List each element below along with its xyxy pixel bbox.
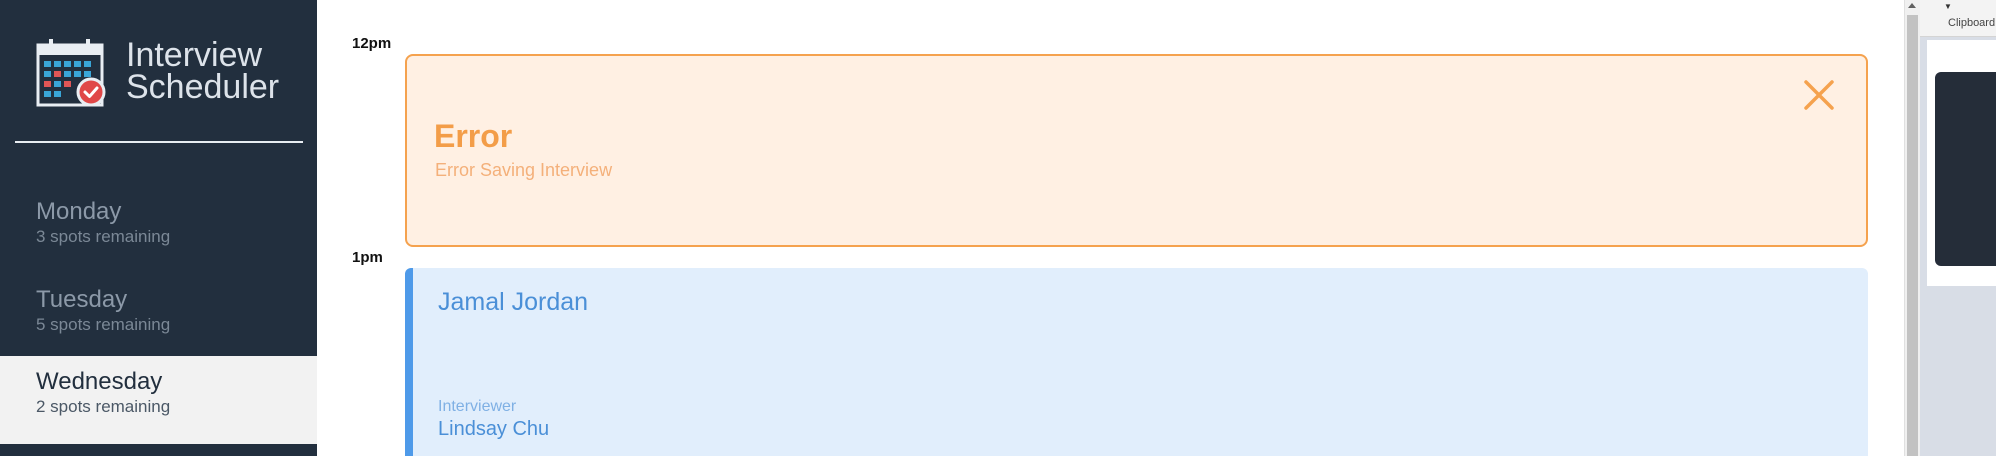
interviewer-label: Interviewer — [438, 398, 517, 415]
side-panel: ▼ Clipboard — [1920, 0, 1996, 456]
scrollbar-thumb[interactable] — [1907, 15, 1918, 456]
brand: Interview Scheduler — [36, 37, 306, 107]
sidebar-item-monday[interactable]: Monday 3 spots remaining — [0, 186, 317, 274]
side-panel-preview[interactable] — [1935, 72, 1996, 266]
time-label-1pm: 1pm — [352, 249, 383, 266]
error-title: Error — [434, 118, 513, 154]
interviewer-name: Lindsay Chu — [438, 418, 550, 440]
calendar-logo-icon — [36, 39, 106, 107]
appointment-card[interactable]: Jamal Jordan Interviewer Lindsay Chu — [405, 268, 1868, 456]
sidebar-item-tuesday[interactable]: Tuesday 5 spots remaining — [0, 274, 317, 362]
day-spots: 3 spots remaining — [36, 227, 171, 246]
app-title-line2: Scheduler — [126, 68, 280, 106]
error-message: Error Saving Interview — [435, 160, 613, 180]
app-title: Interview Scheduler — [126, 36, 280, 106]
day-name: Tuesday — [36, 286, 128, 313]
error-card: Error Error Saving Interview — [405, 54, 1868, 247]
clipboard-label: Clipboard — [1948, 17, 1996, 29]
sidebar-item-wednesday[interactable]: Wednesday 2 spots remaining — [0, 356, 317, 444]
day-spots: 2 spots remaining — [36, 397, 171, 416]
day-spots: 5 spots remaining — [36, 315, 171, 334]
scroll-up-icon[interactable] — [1908, 3, 1916, 8]
time-label-12pm: 12pm — [352, 35, 392, 52]
sidebar: Interview Scheduler Monday 3 spots remai… — [0, 0, 317, 456]
app-title-line1: Interview — [126, 36, 263, 74]
day-name: Monday — [36, 198, 122, 225]
day-name: Wednesday — [36, 368, 163, 395]
side-panel-toolbar: ▼ Clipboard — [1920, 0, 1996, 37]
dropdown-caret-icon[interactable]: ▼ — [1944, 2, 1952, 11]
vertical-scrollbar[interactable] — [1904, 0, 1920, 456]
sidebar-divider — [15, 141, 303, 143]
close-icon[interactable] — [1802, 78, 1836, 112]
app-window: Interview Scheduler Monday 3 spots remai… — [0, 0, 1996, 456]
student-name: Jamal Jordan — [438, 288, 589, 316]
